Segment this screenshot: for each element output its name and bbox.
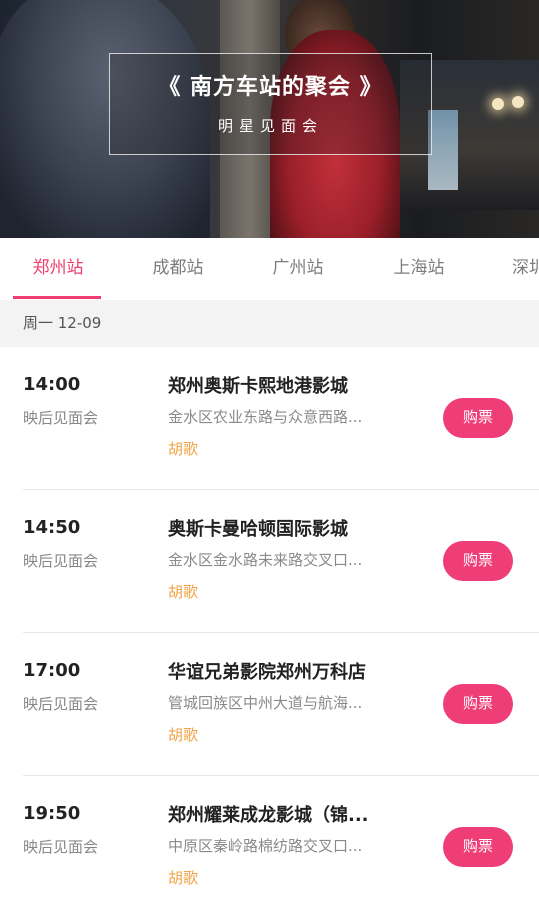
session-type: 映后见面会	[23, 409, 99, 427]
city-tabs: 郑州站 成都站 广州站 上海站 深圳站	[0, 238, 539, 300]
buy-ticket-button[interactable]: 购票	[443, 827, 513, 867]
cinema-address: 金水区金水路未来路交叉口...	[168, 551, 363, 569]
showtime: 14:00	[23, 374, 81, 395]
showtime: 14:50	[23, 517, 81, 538]
tab-chengdu[interactable]: 成都站	[118, 238, 238, 300]
session-type: 映后见面会	[23, 838, 99, 856]
guest-name: 胡歌	[168, 440, 199, 458]
buy-ticket-button[interactable]: 购票	[443, 541, 513, 581]
showtime-row[interactable]: 19:50 映后见面会 郑州耀莱成龙影城（锦... 中原区秦岭路棉纺路交叉口..…	[0, 776, 539, 904]
date-header: 周一 12-09	[0, 300, 539, 347]
tab-zhengzhou[interactable]: 郑州站	[0, 238, 118, 300]
cinema-name: 奥斯卡曼哈顿国际影城	[168, 519, 348, 540]
banner-lit-window	[428, 110, 458, 190]
showtime-row[interactable]: 14:00 映后见面会 郑州奥斯卡熙地港影城 金水区农业东路与众意西路... 胡…	[0, 347, 539, 490]
cinema-address: 管城回族区中州大道与航海...	[168, 694, 363, 712]
cinema-address: 中原区秦岭路棉纺路交叉口...	[168, 837, 363, 855]
event-subtitle: 明星见面会	[217, 117, 323, 135]
showtime-row[interactable]: 14:50 映后见面会 奥斯卡曼哈顿国际影城 金水区金水路未来路交叉口... 胡…	[0, 490, 539, 633]
tab-shenzhen[interactable]: 深圳站	[452, 238, 539, 300]
cinema-name: 华谊兄弟影院郑州万科店	[168, 662, 366, 683]
guest-name: 胡歌	[168, 583, 199, 601]
session-type: 映后见面会	[23, 695, 99, 713]
showtime: 17:00	[23, 660, 81, 681]
cinema-address: 金水区农业东路与众意西路...	[168, 408, 363, 426]
buy-ticket-button[interactable]: 购票	[443, 684, 513, 724]
guest-name: 胡歌	[168, 726, 199, 744]
banner-lamp	[512, 96, 524, 108]
guest-name: 胡歌	[168, 869, 199, 887]
buy-ticket-button[interactable]: 购票	[443, 398, 513, 438]
poster-banner: 《 南方车站的聚会 》 明星见面会	[0, 0, 539, 238]
banner-lamp	[492, 98, 504, 110]
tab-guangzhou[interactable]: 广州站	[238, 238, 358, 300]
banner-title-box: 《 南方车站的聚会 》 明星见面会	[109, 53, 432, 155]
cinema-name: 郑州耀莱成龙影城（锦...	[168, 805, 369, 826]
event-title: 《 南方车站的聚会 》	[158, 75, 383, 100]
session-type: 映后见面会	[23, 552, 99, 570]
active-tab-indicator	[13, 296, 101, 299]
cinema-name: 郑州奥斯卡熙地港影城	[168, 376, 348, 397]
showtime: 19:50	[23, 803, 81, 824]
showtime-row[interactable]: 17:00 映后见面会 华谊兄弟影院郑州万科店 管城回族区中州大道与航海... …	[0, 633, 539, 776]
